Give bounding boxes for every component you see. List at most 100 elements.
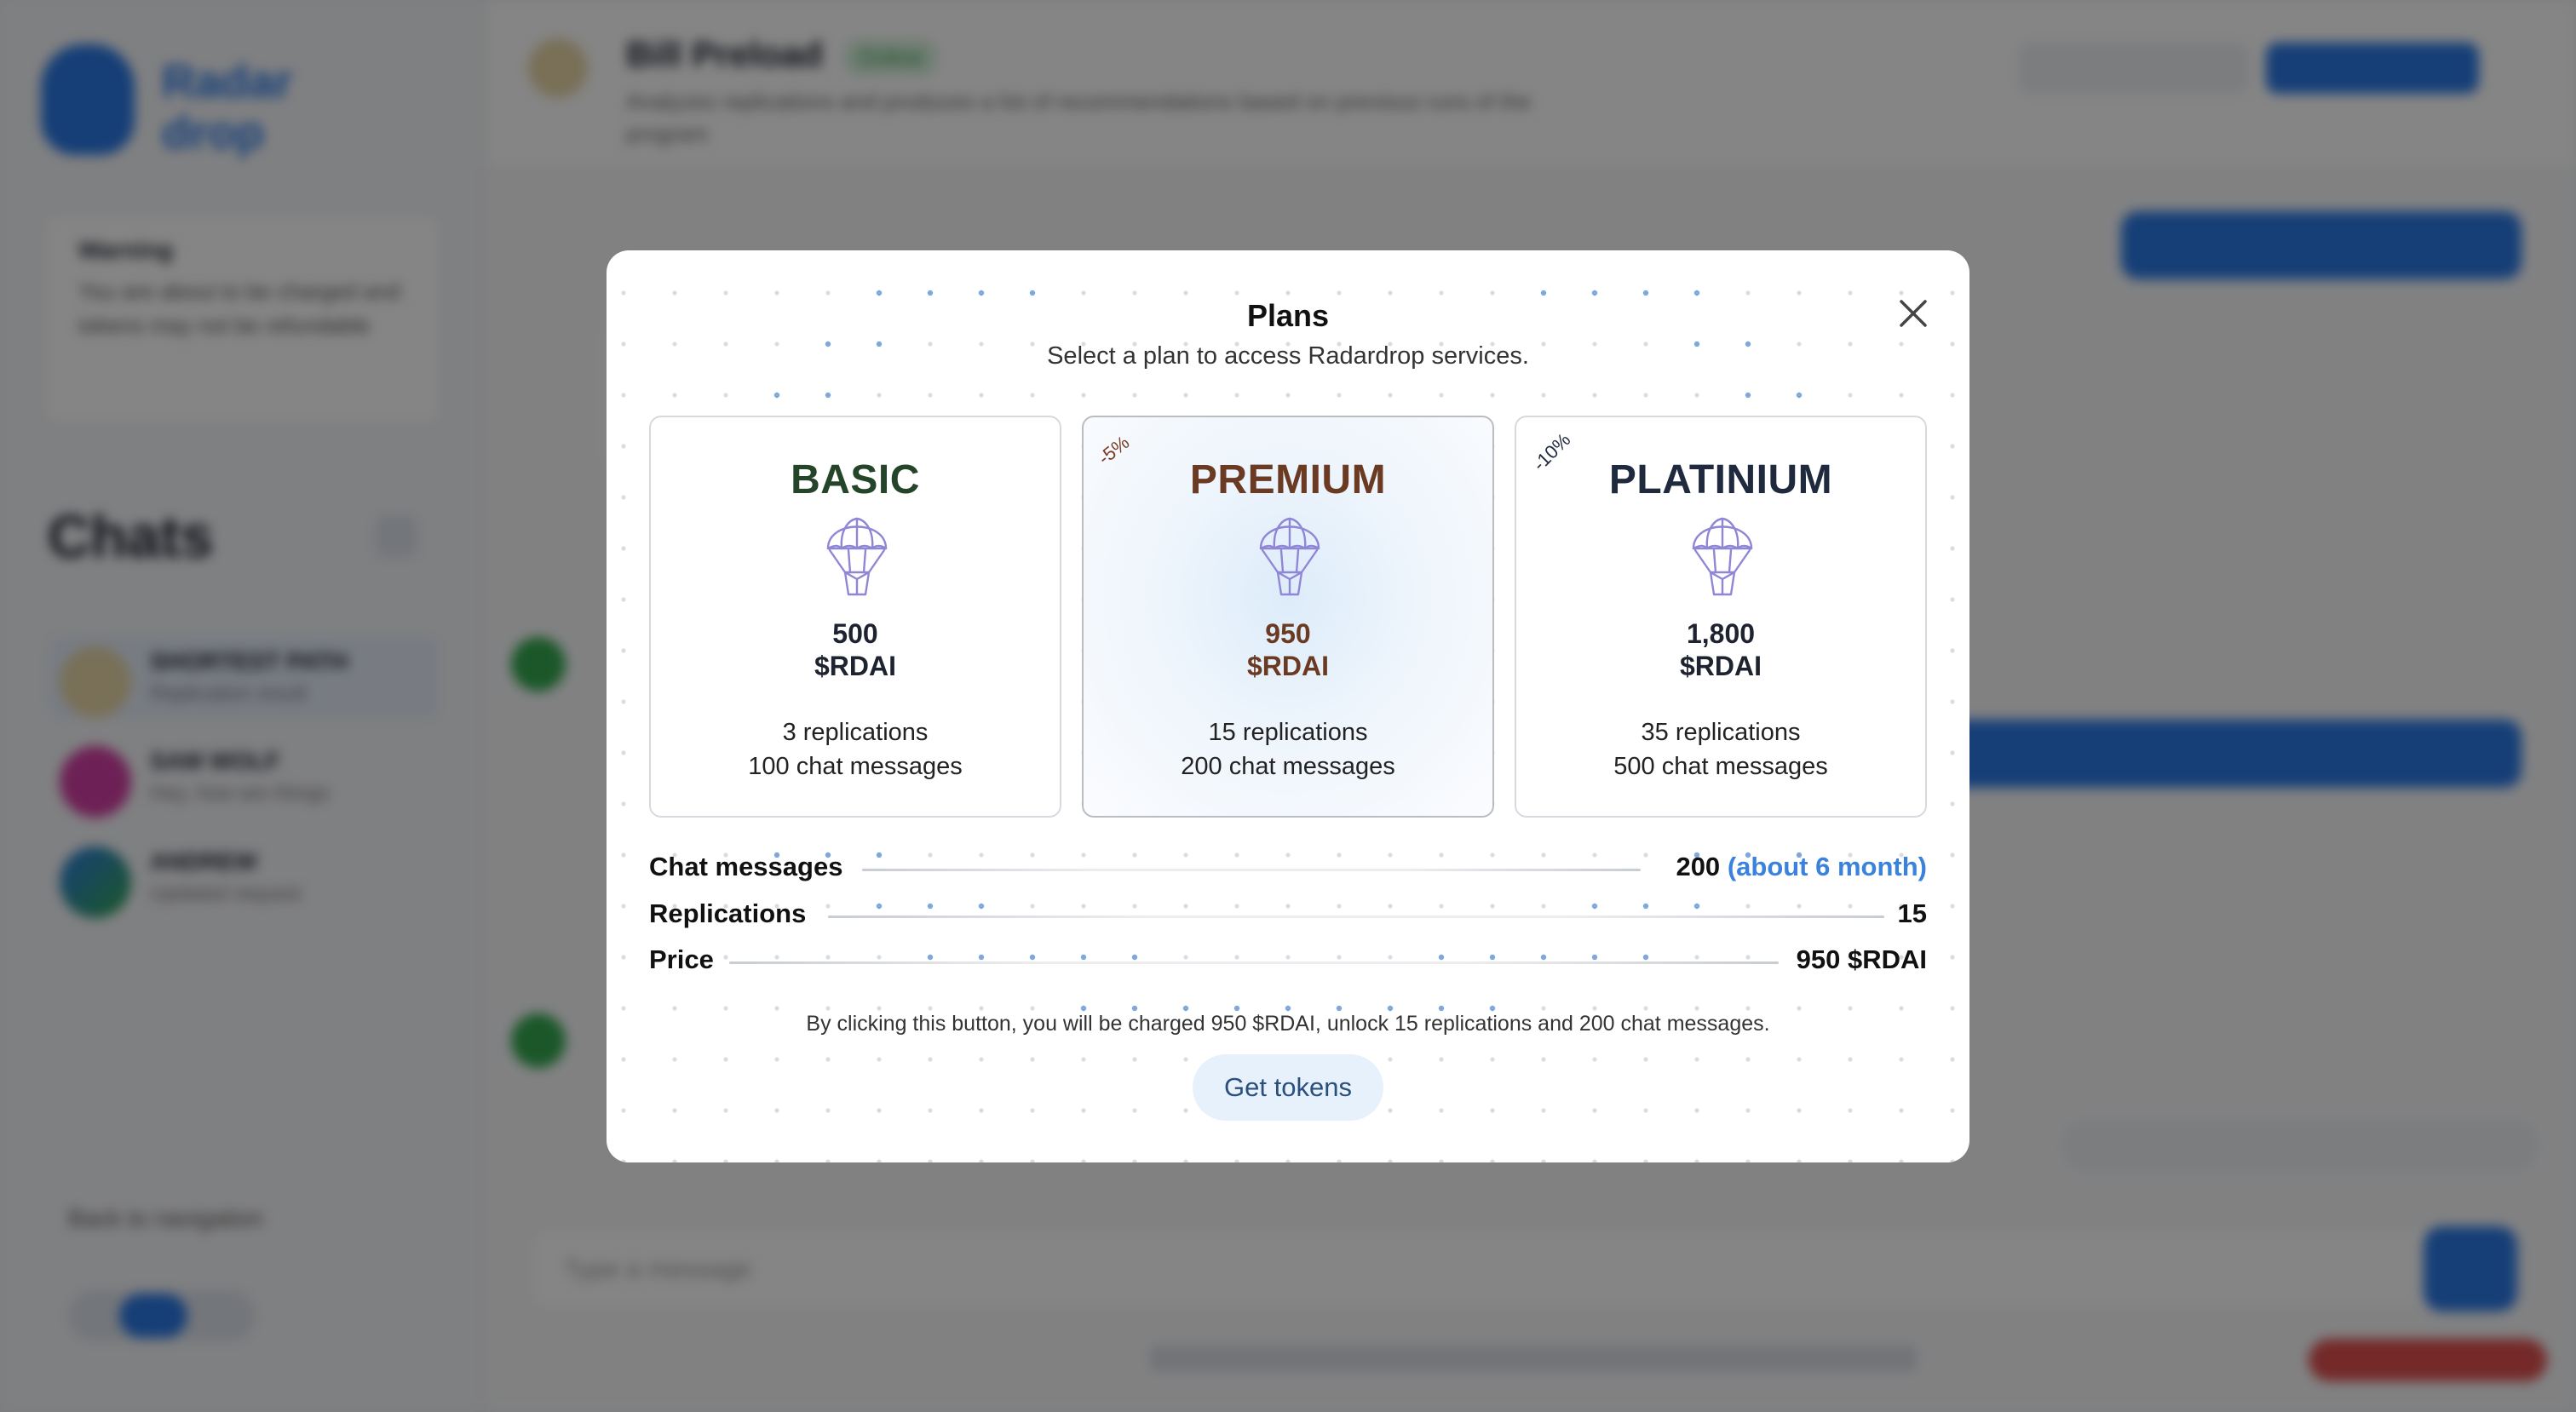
decorative-dot bbox=[1796, 392, 1803, 399]
decorative-dot bbox=[621, 904, 626, 909]
decorative-dot bbox=[1182, 1005, 1189, 1012]
decorative-dot bbox=[1643, 393, 1648, 398]
decorative-dot bbox=[1541, 1057, 1546, 1062]
decorative-dot bbox=[1285, 1159, 1291, 1162]
decorative-dot bbox=[1540, 290, 1547, 296]
decorative-dot bbox=[621, 495, 626, 500]
decorative-dot bbox=[1387, 1005, 1394, 1012]
decorative-dot bbox=[672, 393, 677, 398]
plan-name: PLATINIUM bbox=[1608, 457, 1833, 502]
decorative-dot bbox=[1950, 393, 1955, 398]
decorative-dot bbox=[621, 699, 626, 704]
decorative-dot bbox=[621, 1057, 626, 1062]
decorative-dot bbox=[877, 1108, 882, 1113]
decorative-dot bbox=[1081, 393, 1086, 398]
decorative-dot bbox=[1081, 1159, 1086, 1162]
decorative-dot bbox=[621, 1108, 626, 1113]
decorative-dot bbox=[621, 290, 626, 296]
decorative-dot bbox=[723, 1057, 728, 1062]
plan-amount: 1,800 bbox=[1686, 618, 1756, 649]
parachute-icon bbox=[823, 511, 891, 600]
decorative-dot bbox=[1183, 1108, 1188, 1113]
close-icon[interactable] bbox=[1895, 295, 1932, 332]
decorative-dot bbox=[621, 801, 626, 806]
decorative-dot bbox=[1439, 1159, 1444, 1162]
decorative-dot bbox=[1643, 1108, 1648, 1113]
decorative-dot bbox=[1439, 1108, 1444, 1113]
decorative-dot bbox=[979, 1108, 984, 1113]
decorative-dot bbox=[1950, 1108, 1955, 1113]
decorative-dot bbox=[1694, 393, 1699, 398]
decorative-dot bbox=[1797, 290, 1802, 296]
decorative-dot bbox=[774, 290, 779, 296]
plan-card-premium[interactable]: -5% PREMIUM 950 $RDAI 15 replications 20… bbox=[1082, 416, 1494, 818]
decorative-dot bbox=[1745, 392, 1751, 399]
decorative-dot bbox=[1337, 290, 1342, 296]
decorative-dot bbox=[1950, 546, 1955, 551]
chat-messages-count: 200 bbox=[1676, 852, 1721, 881]
decorative-dot bbox=[1081, 1108, 1086, 1113]
decorative-dot bbox=[1745, 290, 1751, 296]
decorative-dot bbox=[1694, 1057, 1699, 1062]
plan-messages: 200 chat messages bbox=[1181, 753, 1395, 780]
decorative-dot bbox=[1694, 1006, 1699, 1011]
decorative-dot bbox=[1797, 1108, 1802, 1113]
summary-label: Price bbox=[649, 944, 714, 974]
decorative-dot bbox=[1848, 393, 1853, 398]
decorative-dot bbox=[979, 1159, 984, 1162]
decorative-dot bbox=[1489, 1005, 1496, 1012]
plan-card-platinium[interactable]: -10% PLATINIUM 1,800 $RDAI 35 replicatio… bbox=[1515, 416, 1927, 818]
decorative-dot bbox=[1592, 1159, 1597, 1162]
decorative-dot bbox=[1592, 1108, 1597, 1113]
decorative-dot bbox=[621, 852, 626, 858]
decorative-dot bbox=[1745, 1057, 1751, 1062]
decorative-dot bbox=[774, 1159, 779, 1162]
decorative-dot bbox=[1132, 393, 1137, 398]
decorative-dot bbox=[1797, 1006, 1802, 1011]
leader-line bbox=[729, 961, 1779, 964]
decorative-dot bbox=[621, 1006, 626, 1011]
decorative-dot bbox=[1183, 393, 1188, 398]
plan-currency: $RDAI bbox=[1679, 651, 1762, 681]
decorative-dot bbox=[927, 290, 934, 296]
summary-value: 950 $RDAI bbox=[1796, 944, 1927, 974]
decorative-dot bbox=[825, 392, 831, 399]
decorative-dot bbox=[621, 444, 626, 449]
decorative-dot bbox=[774, 1108, 779, 1113]
summary-chat-messages: Chat messages 200 (about 6 month) bbox=[649, 848, 1927, 886]
decorative-dot bbox=[928, 1057, 933, 1062]
decorative-dot bbox=[1336, 1005, 1343, 1012]
decorative-dot bbox=[723, 290, 728, 296]
decorative-dot bbox=[1899, 1108, 1904, 1113]
decorative-dot bbox=[928, 1108, 933, 1113]
summary-value: 200 (about 6 month) bbox=[1676, 852, 1927, 882]
decorative-dot bbox=[928, 393, 933, 398]
decorative-dot bbox=[1950, 801, 1955, 806]
decorative-dot bbox=[1030, 1108, 1035, 1113]
decorative-dot bbox=[1899, 1057, 1904, 1062]
plan-name: BASIC bbox=[791, 457, 920, 502]
plan-card-basic[interactable]: BASIC 500 $RDAI 3 replications 100 chat … bbox=[649, 416, 1061, 818]
decorative-dot bbox=[1439, 393, 1444, 398]
decorative-dot bbox=[723, 1006, 728, 1011]
decorative-dot bbox=[672, 1006, 677, 1011]
get-tokens-button[interactable]: Get tokens bbox=[1193, 1054, 1383, 1121]
parachute-icon bbox=[1688, 511, 1757, 600]
decorative-dot bbox=[1183, 1057, 1188, 1062]
decorative-dot bbox=[825, 1057, 831, 1062]
decorative-dot bbox=[1950, 648, 1955, 653]
leader-line bbox=[828, 916, 1884, 918]
decorative-dot bbox=[621, 750, 626, 755]
decorative-dot bbox=[1592, 1006, 1597, 1011]
decorative-dot bbox=[1439, 290, 1444, 296]
decorative-dot bbox=[877, 1006, 882, 1011]
plan-amount: 500 bbox=[832, 618, 878, 649]
decorative-dot bbox=[1643, 1159, 1648, 1162]
decorative-dot bbox=[1388, 1159, 1393, 1162]
decorative-dot bbox=[1950, 597, 1955, 602]
decorative-dot bbox=[1848, 1006, 1853, 1011]
decorative-dot bbox=[1848, 1159, 1853, 1162]
summary-price: Price 950 $RDAI bbox=[649, 941, 1927, 979]
plan-name: PREMIUM bbox=[1189, 457, 1387, 502]
decorative-dot bbox=[1234, 1159, 1239, 1162]
